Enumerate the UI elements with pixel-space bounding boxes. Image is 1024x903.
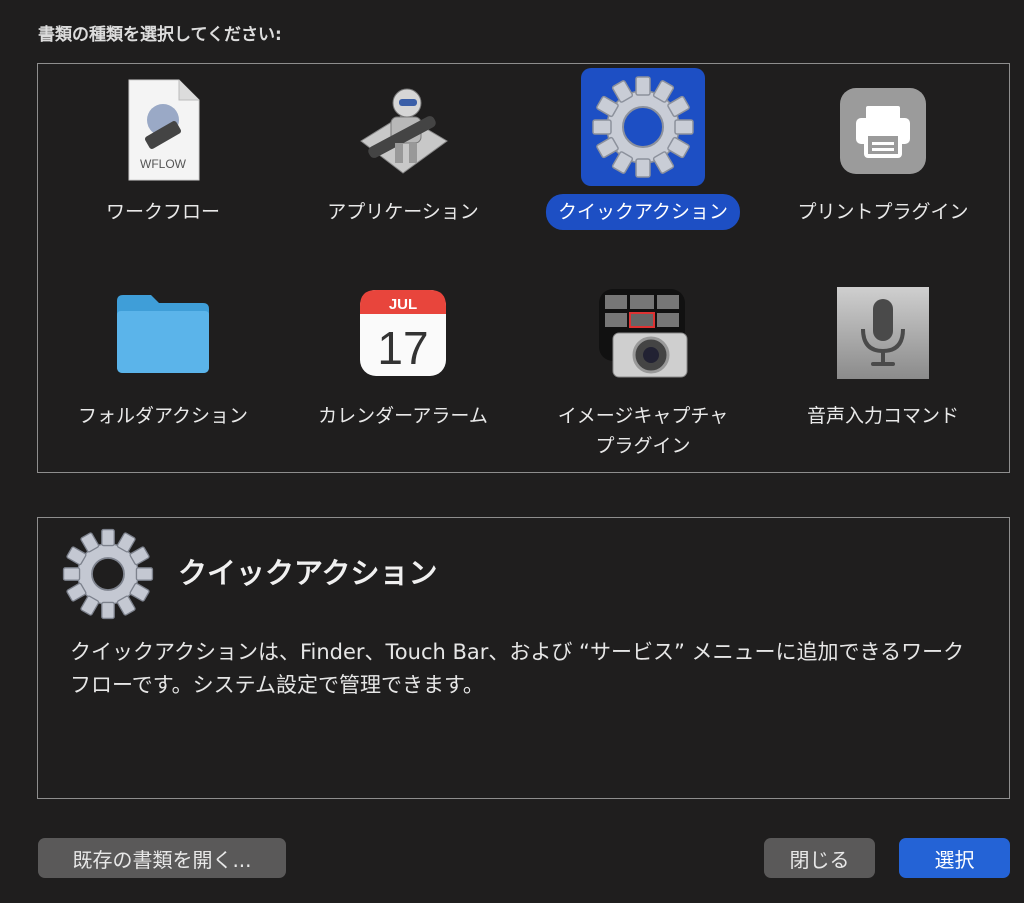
tile-label: ワークフロー	[105, 201, 221, 223]
svg-text:WFLOW: WFLOW	[140, 157, 187, 171]
open-existing-document-button[interactable]: 既存の書類を開く...	[38, 838, 286, 878]
printer-icon	[822, 72, 944, 190]
description-title: クイックアクション	[178, 556, 438, 590]
choose-button[interactable]: 選択	[899, 838, 1010, 878]
tile-label: クイックアクション	[545, 194, 741, 230]
tile-label: アプリケーション	[327, 201, 479, 223]
tile-dictation-command[interactable]: 音声入力コマンド	[768, 274, 998, 474]
workflow-document-icon: WFLOW	[102, 72, 224, 190]
tile-print-plugin[interactable]: プリントプラグイン	[768, 64, 998, 264]
calendar-icon: JUL 17	[342, 274, 464, 392]
gear-icon	[581, 68, 705, 186]
tile-workflow[interactable]: WFLOW ワークフロー	[48, 64, 278, 264]
image-capture-icon	[582, 274, 704, 392]
close-button[interactable]: 閉じる	[764, 838, 875, 878]
svg-text:17: 17	[377, 322, 428, 374]
tile-folder-action[interactable]: フォルダアクション	[48, 274, 278, 474]
gear-icon	[62, 528, 154, 620]
tile-label: プリントプラグイン	[797, 201, 969, 223]
tile-label-line: プラグイン	[595, 435, 691, 457]
tile-label: フォルダアクション	[77, 405, 249, 427]
tile-application[interactable]: アプリケーション	[288, 64, 518, 264]
description-text: クイックアクションは、Finder、Touch Bar、および “サービス” メ…	[70, 640, 965, 697]
tile-quick-action[interactable]: クイックアクション	[528, 64, 758, 264]
tile-calendar-alarm[interactable]: JUL 17 カレンダーアラーム	[288, 274, 518, 474]
tile-label: カレンダーアラーム	[318, 405, 488, 427]
tile-label-line: イメージキャプチャ	[557, 405, 729, 427]
document-type-grid: WFLOW ワークフロー アプリケーション クイックアクション プリントプラグイ…	[37, 63, 1010, 473]
description-panel: クイックアクション クイックアクションは、Finder、Touch Bar、およ…	[37, 517, 1010, 799]
tile-label: 音声入力コマンド	[806, 405, 960, 427]
automator-robot-icon	[342, 72, 464, 190]
folder-icon	[102, 274, 224, 392]
microphone-icon	[822, 274, 944, 392]
tile-image-capture-plugin[interactable]: イメージキャプチャ プラグイン	[528, 274, 758, 474]
tile-label: イメージキャプチャ プラグイン	[528, 398, 758, 464]
svg-text:JUL: JUL	[389, 296, 417, 313]
document-type-prompt: 書類の種類を選択してください:	[38, 25, 282, 45]
